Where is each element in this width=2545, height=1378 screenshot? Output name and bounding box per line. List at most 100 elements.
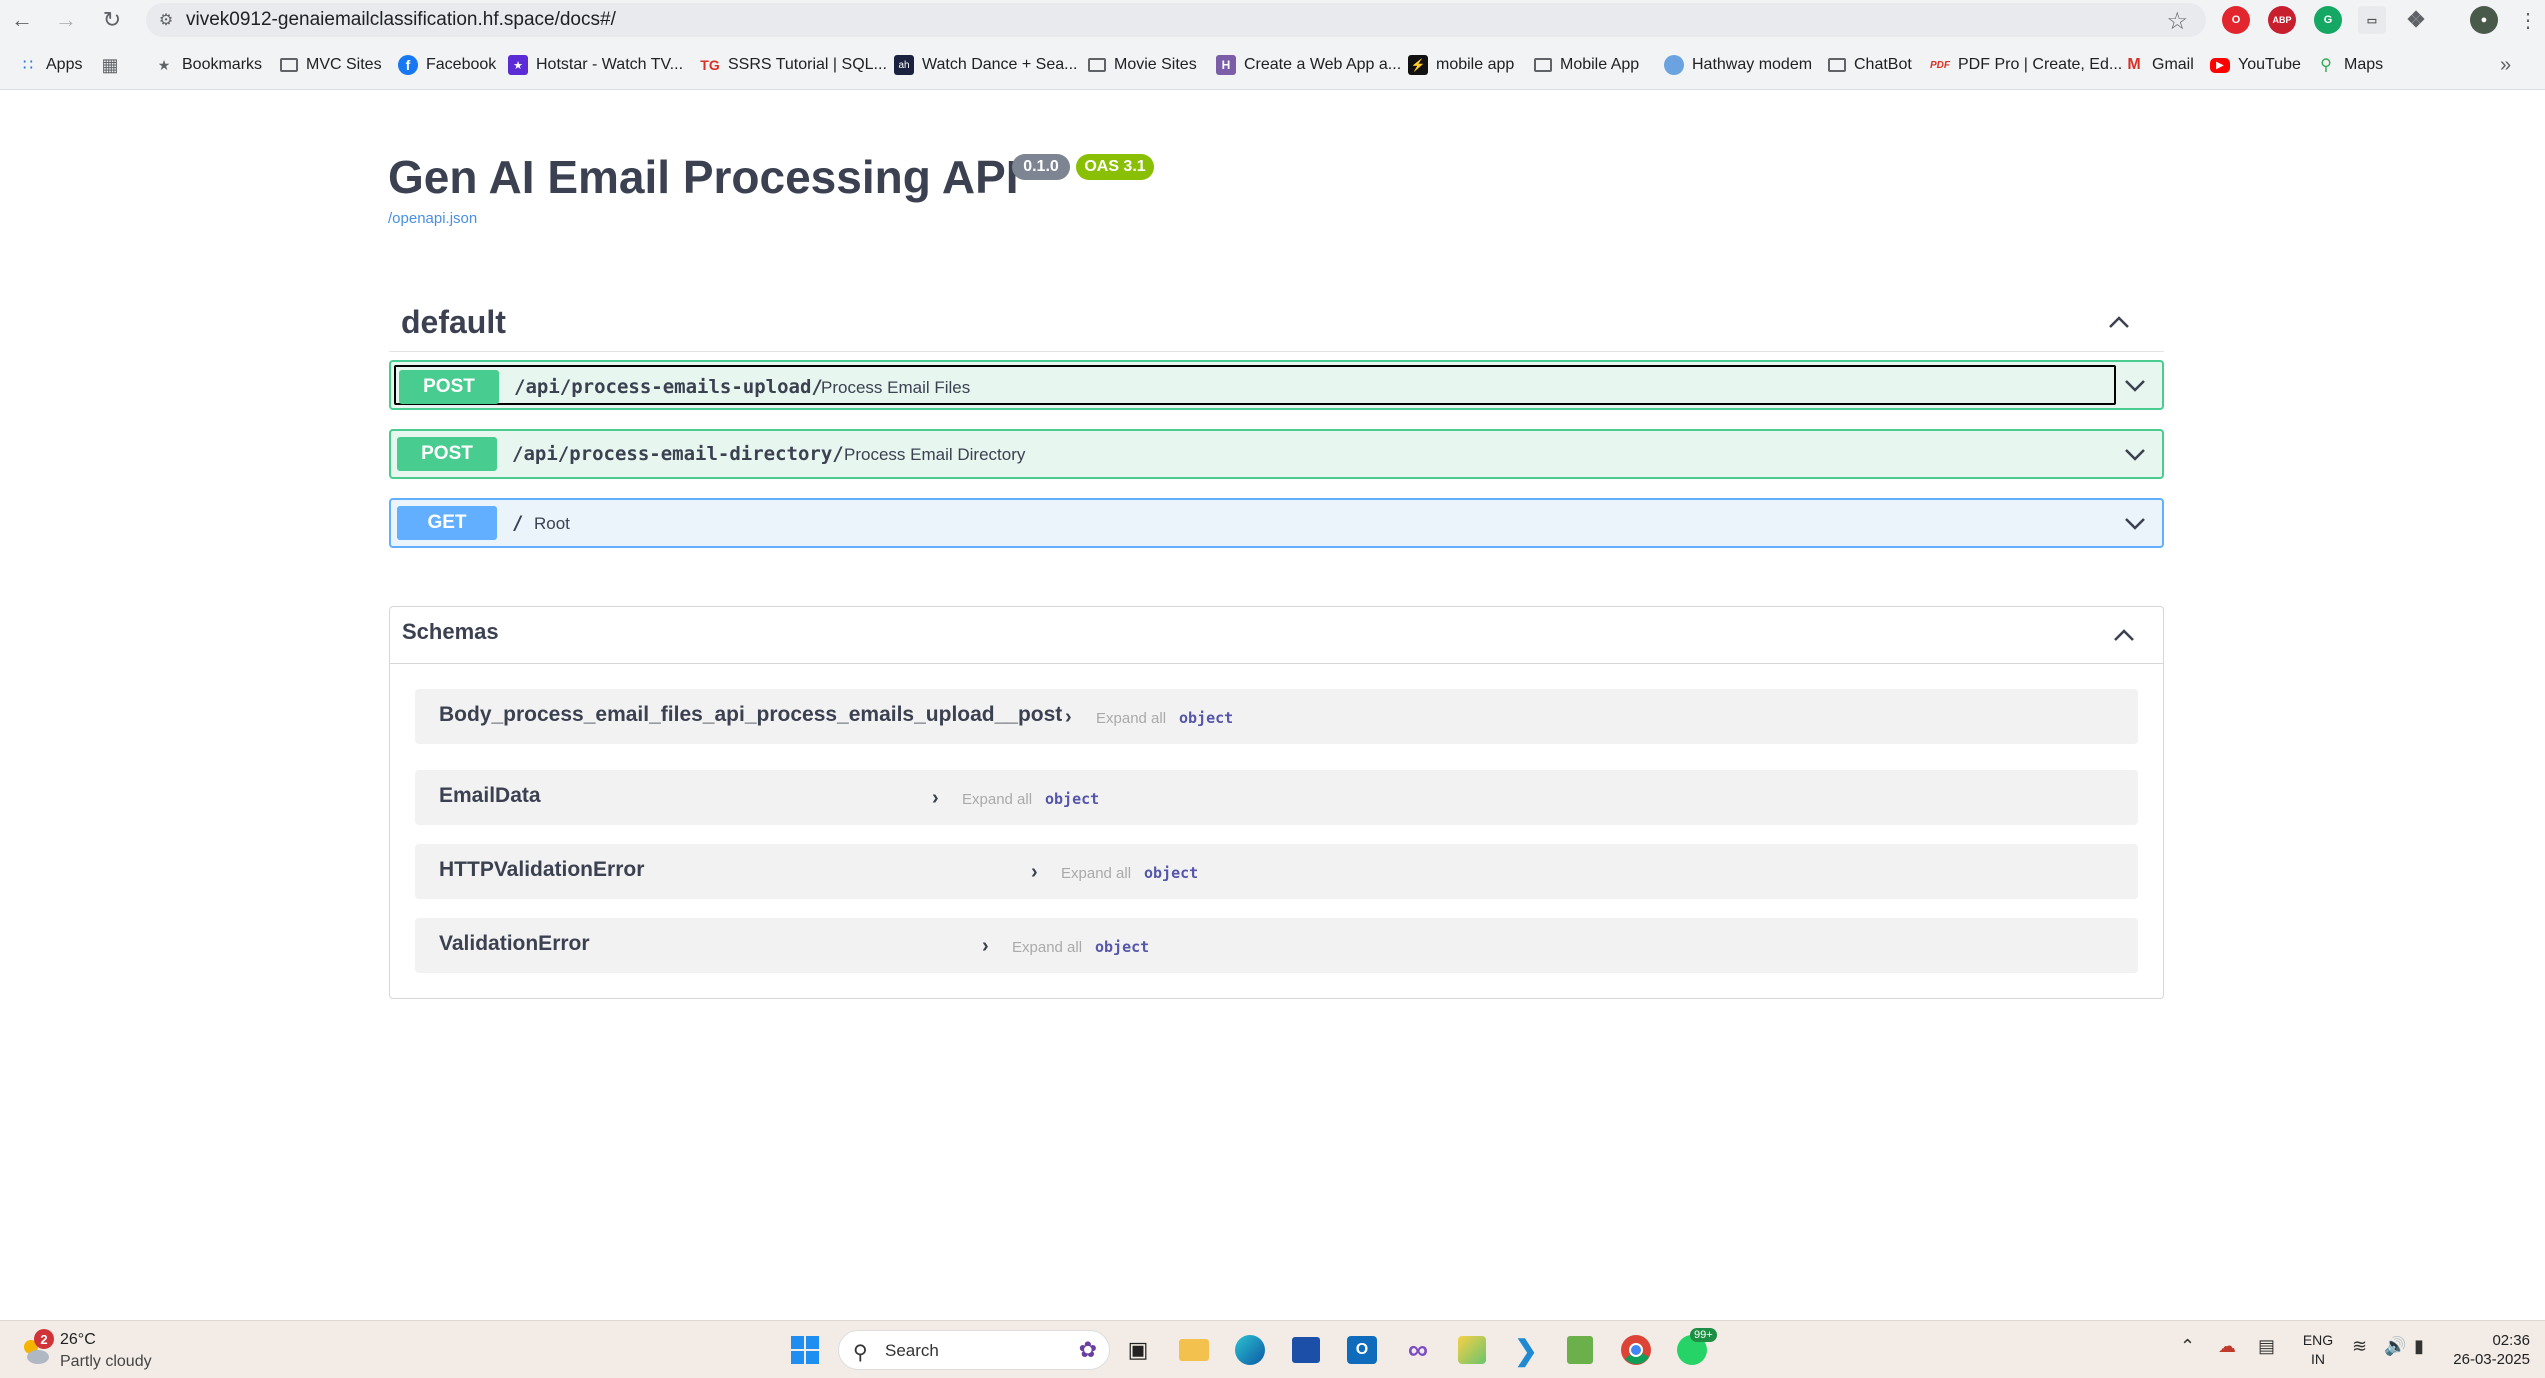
bookmark-hotstar[interactable]: ★ Hotstar - Watch TV...	[508, 52, 683, 78]
language-indicator[interactable]: ENG IN	[2300, 1331, 2336, 1369]
cast-extension-icon[interactable]: ▭	[2358, 6, 2386, 34]
operation-post-process-email-directory[interactable]: POST /api/process-email-directory/ Proce…	[389, 429, 2164, 479]
clock-time: 02:36	[2492, 1332, 2530, 1349]
schema-model[interactable]: HTTPValidationError › Expand all object	[415, 844, 2138, 899]
bookmark-label: Movie Sites	[1114, 56, 1197, 73]
whatsapp-icon[interactable]: 99+	[1672, 1328, 1717, 1370]
operation-summary[interactable]: POST /api/process-email-directory/ Proce…	[394, 434, 2116, 474]
schema-name[interactable]: HTTPValidationError	[439, 858, 644, 882]
facebook-icon: f	[398, 55, 418, 75]
windows-start-icon[interactable]	[785, 1330, 825, 1370]
expand-all-link[interactable]: Expand all	[1061, 865, 1131, 882]
schema-model[interactable]: Body_process_email_files_api_process_ema…	[415, 689, 2138, 744]
profile-avatar[interactable]: ●	[2470, 6, 2498, 34]
reload-icon[interactable]: ↻	[96, 4, 128, 36]
operation-summary[interactable]: POST /api/process-emails-upload/ Process…	[394, 365, 2116, 405]
more-bookmarks-icon[interactable]: »	[2500, 52, 2511, 78]
volume-icon[interactable]: 🔊	[2384, 1336, 2406, 1357]
display-icon[interactable]: ▤	[2258, 1336, 2275, 1357]
expand-all-link[interactable]: Expand all	[1012, 939, 1082, 956]
bookmark-create-web-app[interactable]: H Create a Web App a...	[1216, 52, 1401, 78]
bookmark-mvc-sites[interactable]: MVC Sites	[280, 52, 382, 78]
chevron-up-icon[interactable]	[2111, 623, 2137, 649]
bookmark-mobile-app-site[interactable]: ⚡ mobile app	[1408, 52, 1514, 78]
schema-name[interactable]: EmailData	[439, 784, 541, 808]
chevron-right-icon[interactable]: ›	[932, 787, 939, 810]
bookmark-maps[interactable]: ⚲ Maps	[2316, 52, 2383, 78]
opera-extension-icon[interactable]: O	[2222, 6, 2250, 34]
operation-description: Process Email Files	[821, 378, 971, 397]
tab-groups-icon[interactable]: ▦	[100, 52, 128, 78]
chevron-down-icon[interactable]	[2122, 510, 2148, 536]
expand-all-link[interactable]: Expand all	[962, 791, 1032, 808]
clock[interactable]: 02:36 26-03-2025	[2450, 1331, 2530, 1369]
browser-menu-icon[interactable]: ⋮	[2512, 4, 2544, 36]
store-icon[interactable]	[1286, 1330, 1326, 1370]
openapi-json-link[interactable]: /openapi.json	[388, 210, 477, 227]
bookmark-youtube[interactable]: ▶ YouTube	[2210, 52, 2301, 78]
bookmark-bookmarks[interactable]: ★ Bookmarks	[154, 52, 262, 78]
schema-name[interactable]: Body_process_email_files_api_process_ema…	[439, 703, 1062, 727]
edge-icon[interactable]	[1230, 1330, 1270, 1370]
show-hidden-icons-icon[interactable]: ⌃	[2180, 1336, 2195, 1357]
bookmark-star-icon[interactable]: ☆	[2166, 7, 2188, 36]
adblock-extension-icon[interactable]: ABP	[2268, 6, 2296, 34]
onedrive-icon[interactable]: ☁	[2218, 1336, 2236, 1357]
operation-path: /api/process-emails-upload/	[514, 376, 823, 398]
grammarly-extension-icon[interactable]: G	[2314, 6, 2342, 34]
outlook-icon[interactable]: O	[1342, 1330, 1382, 1370]
bookmark-label: Hotstar - Watch TV...	[536, 56, 684, 73]
forward-icon[interactable]: →	[50, 4, 82, 36]
back-icon[interactable]: ←	[6, 4, 38, 36]
oas-badge: OAS 3.1	[1076, 154, 1154, 180]
bookmark-label: PDF Pro | Create, Ed...	[1958, 56, 2123, 73]
file-explorer-icon[interactable]	[1174, 1330, 1214, 1370]
bookmark-mobile-app-folder[interactable]: Mobile App	[1534, 52, 1639, 78]
bookmark-chatbot[interactable]: ChatBot	[1828, 52, 1912, 78]
schemas-header[interactable]: Schemas	[390, 607, 2163, 664]
region-code: IN	[2311, 1351, 2325, 1367]
schema-model[interactable]: EmailData › Expand all object	[415, 770, 2138, 825]
bookmark-ssrs-tutorial[interactable]: TG SSRS Tutorial | SQL...	[700, 52, 887, 78]
chevron-down-icon[interactable]	[2122, 372, 2148, 398]
bookmark-gmail[interactable]: M Gmail	[2124, 52, 2193, 78]
bookmark-apps[interactable]: ∷ Apps	[18, 52, 83, 78]
notepad-icon[interactable]	[1560, 1330, 1600, 1370]
notepad-shape	[1567, 1336, 1593, 1364]
taskbar-search[interactable]: ⚲ Search ✿	[838, 1330, 1110, 1370]
bookmarks-bar: ∷ Apps ▦ ★ Bookmarks MVC Sites f Faceboo…	[0, 40, 2545, 90]
expand-all-link[interactable]: Expand all	[1096, 710, 1166, 727]
bookmark-pdf-pro[interactable]: PDF PDF Pro | Create, Ed...	[1930, 52, 2122, 78]
chrome-icon[interactable]	[1616, 1330, 1656, 1370]
site-info-icon[interactable]: ⚙	[146, 10, 186, 30]
bookmark-hathway[interactable]: Hathway modem	[1664, 52, 1812, 78]
extensions-puzzle-icon[interactable]: ❖	[2402, 6, 2430, 34]
chevron-up-icon[interactable]	[2106, 310, 2132, 336]
bookmark-facebook[interactable]: f Facebook	[398, 52, 496, 78]
operation-get-root[interactable]: GET / Root	[389, 498, 2164, 548]
browser-toolbar: ← → ↻ ⚙ vivek0912-genaiemailclassificati…	[0, 0, 2545, 40]
maps-pin-icon: ⚲	[2320, 57, 2332, 74]
task-view-icon[interactable]: ▣	[1118, 1330, 1158, 1370]
vscode-icon[interactable]: ❯	[1506, 1330, 1546, 1370]
battery-icon[interactable]: ▮	[2414, 1336, 2424, 1357]
bookmark-label: Facebook	[426, 56, 497, 73]
chevron-down-icon[interactable]	[2122, 441, 2148, 467]
schema-name[interactable]: ValidationError	[439, 932, 590, 956]
operation-summary[interactable]: GET / Root	[394, 503, 2116, 543]
visual-studio-icon[interactable]: ∞	[1398, 1330, 1438, 1370]
bookmark-watch-dance[interactable]: ah Watch Dance + Sea...	[894, 52, 1077, 78]
app-icon[interactable]	[1452, 1330, 1492, 1370]
chevron-right-icon[interactable]: ›	[1031, 861, 1038, 884]
chevron-right-icon[interactable]: ›	[1065, 706, 1072, 729]
wifi-icon[interactable]: ≋	[2352, 1336, 2367, 1357]
operation-post-process-emails-upload[interactable]: POST /api/process-emails-upload/ Process…	[389, 360, 2164, 410]
schema-model[interactable]: ValidationError › Expand all object	[415, 918, 2138, 973]
weather-widget[interactable]: 2 26°C Partly cloudy	[18, 1329, 218, 1373]
bookmark-label: Create a Web App a...	[1244, 56, 1402, 73]
url-text[interactable]: vivek0912-genaiemailclassification.hf.sp…	[186, 9, 616, 31]
chevron-right-icon[interactable]: ›	[982, 935, 989, 958]
address-bar[interactable]: ⚙ vivek0912-genaiemailclassification.hf.…	[146, 3, 2206, 37]
bookmark-movie-sites[interactable]: Movie Sites	[1088, 52, 1197, 78]
tag-default[interactable]: default	[389, 296, 2164, 352]
